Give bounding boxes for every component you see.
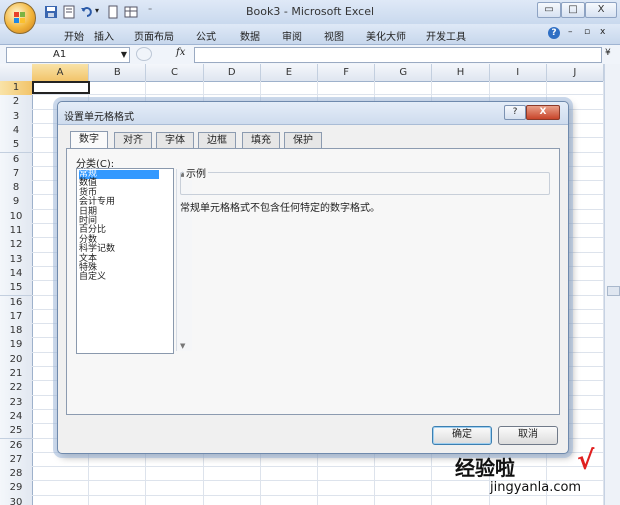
ok-button[interactable]: 确定 xyxy=(432,426,492,445)
cancel-button[interactable]: 取消 xyxy=(498,426,558,445)
row-header[interactable]: 22 xyxy=(0,381,33,397)
ribbon-tabs xyxy=(0,24,620,45)
row-header[interactable]: 11 xyxy=(0,224,33,240)
row-header[interactable]: 4 xyxy=(0,123,33,140)
row-header[interactable]: 9 xyxy=(0,195,33,211)
tab-font[interactable]: 字体 xyxy=(156,132,194,149)
dialog-help-button[interactable]: ? xyxy=(504,105,526,120)
column-header[interactable]: I xyxy=(490,64,547,81)
close-button[interactable]: X xyxy=(585,2,617,18)
tab-protection[interactable]: 保护 xyxy=(284,132,322,149)
row-header[interactable]: 12 xyxy=(0,238,33,254)
tab-data[interactable]: 数据 xyxy=(240,28,260,43)
row-header[interactable]: 5 xyxy=(0,138,33,154)
row-header[interactable]: 7 xyxy=(0,166,33,183)
formula-magnifier-icon[interactable] xyxy=(136,47,152,61)
row-header[interactable]: 2 xyxy=(0,95,33,111)
office-logo-icon xyxy=(14,12,25,23)
tab-page-layout[interactable]: 页面布局 xyxy=(134,28,174,43)
dialog-title-bar xyxy=(58,102,568,125)
row-header[interactable]: 6 xyxy=(0,152,33,168)
tab-alignment[interactable]: 对齐 xyxy=(114,132,152,149)
grid-row-line xyxy=(32,94,604,96)
scroll-thumb[interactable] xyxy=(607,286,620,296)
dialog-title: 设置单元格格式 xyxy=(64,112,134,123)
minimize-button[interactable]: ▭ xyxy=(537,2,561,18)
sample-label: 示例 xyxy=(184,165,208,180)
ribbon-restore-icon[interactable]: ▫ xyxy=(584,27,590,37)
grid-row-line xyxy=(32,466,604,468)
row-header[interactable]: 18 xyxy=(0,324,33,340)
dialog-close-button[interactable]: X xyxy=(526,105,560,120)
column-header[interactable]: B xyxy=(89,64,147,81)
watermark-url: jingyanla.com xyxy=(490,480,582,495)
row-header[interactable]: 27 xyxy=(0,452,33,469)
row-header[interactable]: 3 xyxy=(0,109,33,125)
column-header[interactable]: F xyxy=(318,64,376,81)
column-header[interactable]: J xyxy=(547,64,604,81)
name-box-dropdown-icon[interactable]: ▼ xyxy=(121,48,127,62)
ribbon-close-icon[interactable]: x xyxy=(600,27,605,37)
row-header[interactable]: 10 xyxy=(0,209,33,225)
tab-developer[interactable]: 开发工具 xyxy=(426,28,466,43)
active-cell[interactable] xyxy=(32,81,90,94)
column-header[interactable]: C xyxy=(146,64,204,81)
row-header[interactable]: 23 xyxy=(0,395,33,411)
row-header[interactable]: 20 xyxy=(0,352,33,368)
select-all-corner[interactable] xyxy=(0,64,33,81)
row-header[interactable]: 26 xyxy=(0,438,33,454)
vertical-scrollbar[interactable] xyxy=(604,64,620,505)
row-header[interactable]: 13 xyxy=(0,252,33,268)
ribbon-minimize-icon[interactable]: – xyxy=(568,27,573,37)
column-header[interactable]: H xyxy=(432,64,490,81)
row-header[interactable]: 17 xyxy=(0,309,33,326)
row-header[interactable]: 19 xyxy=(0,338,33,354)
expand-formula-icon[interactable]: ¥ xyxy=(605,48,611,58)
insert-function-icon[interactable]: fx xyxy=(176,47,185,58)
column-header[interactable]: A xyxy=(32,64,90,81)
format-cells-dialog: 设置单元格格式 ? X 数字 对齐 字体 边框 填充 保护 分类(C): 常规数… xyxy=(57,101,569,454)
watermark-check-icon: √ xyxy=(577,446,595,476)
category-item[interactable]: 自定义 xyxy=(79,273,106,282)
sample-box xyxy=(180,172,550,195)
row-header[interactable]: 29 xyxy=(0,481,33,497)
tab-beautify[interactable]: 美化大师 xyxy=(366,28,406,43)
column-header[interactable]: D xyxy=(204,64,261,81)
column-header[interactable]: G xyxy=(375,64,433,81)
restore-button[interactable]: □ xyxy=(561,2,585,18)
tab-review[interactable]: 审阅 xyxy=(282,28,302,43)
row-header[interactable]: 28 xyxy=(0,467,33,483)
row-header[interactable]: 24 xyxy=(0,409,33,426)
row-header[interactable]: 1 xyxy=(0,81,33,97)
formula-tools: fx xyxy=(132,47,192,61)
tab-view[interactable]: 视图 xyxy=(324,28,344,43)
row-header[interactable]: 15 xyxy=(0,281,33,297)
category-list[interactable]: 常规 数值 货币 会计专用 日期 时间 百分比 分数 科学记数 文本 特殊 自定义 ▲ ▼ xyxy=(76,168,192,354)
tab-formulas[interactable]: 公式 xyxy=(196,28,216,43)
category-scrollbar[interactable]: ▲ ▼ xyxy=(176,169,192,351)
name-box[interactable]: A1 ▼ xyxy=(6,47,130,63)
row-header[interactable]: 14 xyxy=(0,266,33,283)
tab-fill[interactable]: 填充 xyxy=(242,132,280,149)
formula-input[interactable] xyxy=(194,47,602,63)
office-button[interactable] xyxy=(4,2,36,34)
tab-border[interactable]: 边框 xyxy=(198,132,236,149)
scroll-down-icon[interactable]: ▼ xyxy=(180,342,185,350)
tab-insert[interactable]: 插入 xyxy=(94,28,114,43)
category-description: 常规单元格格式不包含任何特定的数字格式。 xyxy=(180,203,380,214)
row-header[interactable]: 25 xyxy=(0,424,33,440)
row-header[interactable]: 16 xyxy=(0,295,33,311)
row-header[interactable]: 21 xyxy=(0,367,33,383)
row-header[interactable]: 30 xyxy=(0,495,33,505)
help-icon[interactable]: ? xyxy=(548,27,560,39)
row-header[interactable]: 8 xyxy=(0,181,33,197)
column-header[interactable]: E xyxy=(261,64,318,81)
watermark-text: 经验啦 xyxy=(455,456,515,480)
window-title: Book3 - Microsoft Excel xyxy=(245,5,375,18)
name-box-value: A1 xyxy=(53,49,67,60)
tab-home[interactable]: 开始 xyxy=(64,28,84,43)
